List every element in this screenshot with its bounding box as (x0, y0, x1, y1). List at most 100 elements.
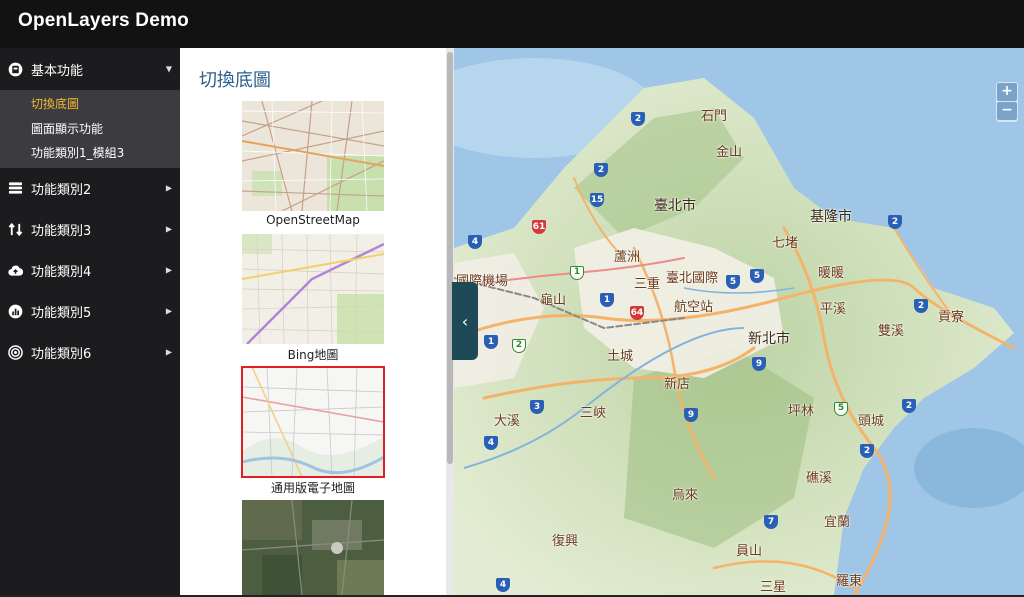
panel-title: 切換底圖 (199, 70, 271, 91)
caret-right-icon: ▶ (165, 183, 172, 193)
map-label-qidu: 七堵 (772, 236, 799, 251)
route-shield: 9 (752, 357, 766, 371)
route-shield: 2 (594, 163, 608, 177)
map-label-sanxing: 三星 (760, 580, 787, 595)
chevron-left-icon: ‹ (461, 311, 469, 331)
route-shield: 5 (726, 275, 740, 289)
route-shield: 2 (512, 339, 526, 353)
caret-right-icon: ▶ (165, 224, 172, 234)
map-label-sanchong: 三重 (634, 277, 661, 292)
sidebar-item-category6[interactable]: 功能類別6 ▶ (0, 332, 180, 373)
route-shield: 1 (570, 266, 584, 280)
submenu-item-switch-basemap[interactable]: 切換底圖 (0, 92, 180, 117)
sidebar-item-label: 功能類別3 (31, 223, 92, 239)
basemap-thumbnail-bing[interactable] (242, 234, 384, 344)
map-label-guishan: 龜山 (540, 293, 567, 308)
app-title: OpenLayers Demo (18, 10, 189, 31)
caret-right-icon: ▶ (165, 347, 172, 357)
route-shield: 2 (860, 444, 874, 458)
map-label-gongliao: 貢寮 (938, 310, 965, 325)
route-shield: 9 (684, 408, 698, 422)
route-shield: 1 (484, 335, 498, 349)
sidebar-item-label: 功能類別4 (31, 264, 92, 280)
zoom-out-button[interactable]: − (997, 102, 1017, 120)
submenu-basic: 切換底圖 圖面顯示功能 功能類別1_模組3 (0, 90, 180, 168)
sidebar-item-label: 功能類別5 (31, 305, 92, 321)
route-shield: 4 (484, 436, 498, 450)
route-shield: 4 (468, 235, 482, 249)
basemap-panel: 切換底圖 OpenStreetMap Bing地圖 通用版電子地圖 (180, 48, 446, 595)
map-label-luzhou: 蘆洲 (614, 250, 641, 265)
caret-down-icon: ▼ (165, 64, 172, 74)
route-shield: 4 (496, 578, 510, 592)
basemap-thumbnail-satellite[interactable] (242, 500, 384, 595)
sidebar-item-label: 功能類別6 (31, 346, 92, 362)
map-label-airport: 臺北國際 (666, 271, 719, 286)
sidebar-item-category2[interactable]: 功能類別2 ▶ (0, 168, 180, 209)
basemap-thumbnail-osm[interactable] (242, 101, 384, 211)
map-label-shimen: 石門 (701, 109, 728, 124)
route-shield: 1 (600, 293, 614, 307)
map-label-toucheng: 頭城 (858, 414, 885, 429)
sidebar-item-category4[interactable]: 功能類別4 ▶ (0, 250, 180, 291)
route-shield: 5 (750, 269, 764, 283)
caret-right-icon: ▶ (165, 265, 172, 275)
basemap-option-satellite (242, 500, 384, 597)
chart-icon (8, 304, 23, 319)
map-label-xindian: 新店 (664, 377, 691, 392)
basemap-thumbnail-emap[interactable] (241, 366, 385, 478)
basemap-label: 通用版電子地圖 (270, 481, 355, 495)
scrollbar-thumb[interactable] (447, 52, 453, 464)
map-label-pinglin: 坪林 (788, 404, 815, 419)
sidebar-item-category3[interactable]: 功能類別3 ▶ (0, 209, 180, 250)
sidebar-item-basic[interactable]: 基本功能 ▼ (0, 48, 180, 90)
route-shield: 2 (631, 112, 645, 126)
layers-icon (8, 181, 23, 196)
route-shield: 3 (530, 400, 544, 414)
target-icon (8, 344, 23, 360)
map-label-fuxing: 復興 (552, 534, 579, 549)
basemap-option-emap: 通用版電子地圖 (241, 366, 385, 496)
route-shield: 7 (764, 515, 778, 529)
route-shield: 2 (888, 215, 902, 229)
map-label-jiaoxi: 礁溪 (806, 471, 833, 486)
map-label-newtaipei: 新北市 (748, 331, 790, 347)
route-shield: 2 (914, 299, 928, 313)
map-label-keelung: 基隆市 (810, 209, 852, 225)
route-shield: 2 (902, 399, 916, 413)
panel-collapse-button[interactable]: ‹ (452, 282, 478, 360)
map-label-jinshan: 金山 (716, 145, 743, 160)
map-label-sanxia: 三峽 (580, 406, 607, 421)
basemap-option-osm: OpenStreetMap (242, 101, 384, 227)
map-label-luodong: 羅東 (836, 574, 863, 589)
basemap-option-bing: Bing地圖 (242, 234, 384, 363)
map-label-nuannuan: 暖暖 (818, 266, 845, 281)
caret-right-icon: ▶ (165, 306, 172, 316)
submenu-item-map-display[interactable]: 圖面顯示功能 (0, 117, 180, 142)
basemap-label: OpenStreetMap (266, 213, 360, 227)
zoom-control: + − (996, 82, 1018, 122)
map-label-shuangxi: 雙溪 (878, 324, 905, 339)
map-label-daxi: 大溪 (494, 414, 521, 429)
sidebar-item-label: 基本功能 (31, 63, 84, 79)
sidebar: 基本功能 ▼ 切換底圖 圖面顯示功能 功能類別1_模組3 功能類別2 ▶ 功能類… (0, 48, 180, 595)
route-shield: 5 (834, 402, 848, 416)
map-label-wulai: 烏來 (672, 488, 699, 503)
map-label-yuanshan: 員山 (736, 544, 763, 559)
cloud-upload-icon (8, 263, 23, 278)
route-shield: 64 (630, 306, 644, 320)
map-label-tucheng: 土城 (607, 349, 634, 364)
sidebar-item-category5[interactable]: 功能類別5 ▶ (0, 291, 180, 332)
map-view[interactable]: 石門 金山 臺北市 基隆市 蘆洲 七堵 三重 臺北國際 航空站 暖暖 平溪 龜山… (454, 48, 1024, 595)
submenu-item-module3[interactable]: 功能類別1_模組3 (0, 141, 180, 166)
map-label-yilan: 宜蘭 (824, 515, 851, 530)
building-icon (8, 62, 23, 77)
basemap-label: Bing地圖 (287, 348, 339, 362)
zoom-in-button[interactable]: + (997, 83, 1017, 101)
route-shield: 61 (532, 220, 546, 234)
map-label-pingxi: 平溪 (820, 302, 847, 317)
app-header: OpenLayers Demo (0, 0, 1024, 48)
map-label-taipei: 臺北市 (654, 198, 696, 214)
swap-arrows-icon (8, 222, 23, 237)
route-shield: 15 (590, 193, 604, 207)
